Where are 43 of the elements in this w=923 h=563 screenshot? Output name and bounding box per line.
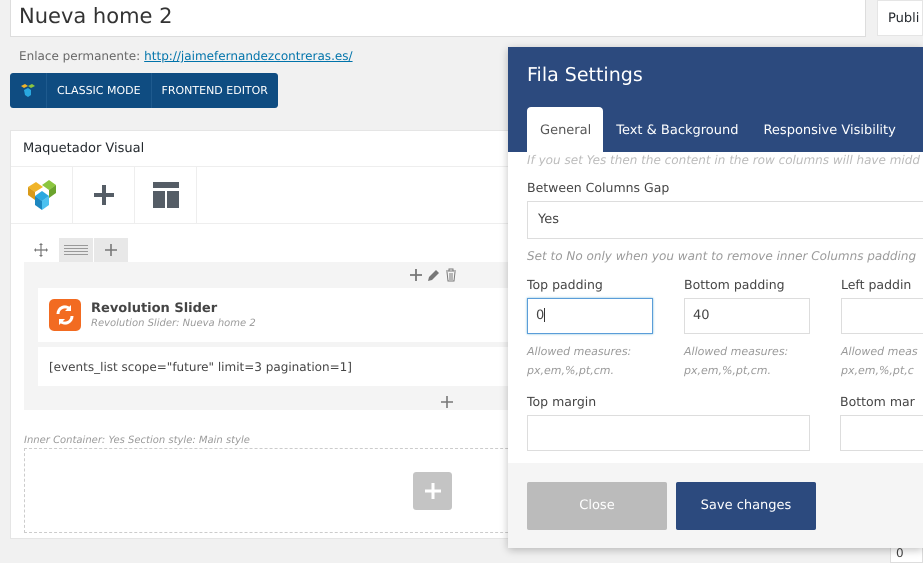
hint-text: Set to No only when you want to remove inner Columns padding xyxy=(527,249,918,263)
plus-icon[interactable] xyxy=(441,396,453,408)
pencil-icon[interactable] xyxy=(427,268,440,282)
plus-icon xyxy=(94,185,114,205)
margin-input[interactable] xyxy=(527,415,810,451)
save-button[interactable]: Save changes xyxy=(676,482,816,530)
element-subtitle: Revolution Slider: Nueva home 2 xyxy=(91,318,256,329)
modal-title: Fila Settings xyxy=(527,63,644,86)
plus-icon xyxy=(105,244,117,256)
modal-tab[interactable]: Text & Background xyxy=(603,107,750,152)
move-icon xyxy=(34,243,48,257)
box-title: Publi xyxy=(888,11,920,26)
margin-input[interactable] xyxy=(840,415,923,451)
field-label: Between Columns Gap xyxy=(527,180,670,195)
shortcode-text: [events_list scope="future" limit=3 pagination=1] xyxy=(49,360,352,374)
permalink-label: Enlace permanente: xyxy=(19,49,140,65)
layout-icon xyxy=(152,182,178,208)
panel-title: Maquetador Visual xyxy=(23,141,144,156)
modal-tab[interactable]: Responsive Visibility xyxy=(750,107,908,152)
padding-input[interactable]: 40 xyxy=(684,298,810,334)
padding-input[interactable]: 0 xyxy=(527,298,653,334)
add-column-button[interactable] xyxy=(94,238,128,262)
lines-icon xyxy=(64,245,88,255)
padding-input[interactable] xyxy=(841,298,923,334)
plus-icon xyxy=(424,482,440,498)
cubes-logo-icon xyxy=(20,82,36,98)
element-title: Revolution Slider xyxy=(91,301,218,316)
section-caption: Inner Container: Yes Section style: Main style xyxy=(24,435,251,446)
modal-tab[interactable]: General xyxy=(527,107,604,152)
cubes-logo-icon xyxy=(26,179,56,211)
field-label: Top margin xyxy=(527,394,598,409)
hint-text: Allowed measures: px,em,%,pt,cm. xyxy=(684,344,790,379)
permalink-link[interactable]: http://jaimefernandezcontreras.es/ xyxy=(144,49,353,67)
hint-text: Allowed measures: px,em,%,pt,cm. xyxy=(527,344,632,379)
row-layout-button[interactable] xyxy=(59,238,93,262)
post-title-field[interactable]: Nueva home 2 xyxy=(10,0,866,37)
editor-mode-button[interactable]: CLASSIC MODE xyxy=(47,73,152,108)
columns-gap-select[interactable]: Yes xyxy=(527,201,923,239)
editor-mode-button[interactable]: FRONTEND EDITOR xyxy=(152,73,278,108)
plus-icon[interactable] xyxy=(410,269,422,281)
refresh-icon xyxy=(49,299,81,331)
field-label: Bottom mar xyxy=(840,394,916,409)
trash-icon[interactable] xyxy=(445,268,457,282)
